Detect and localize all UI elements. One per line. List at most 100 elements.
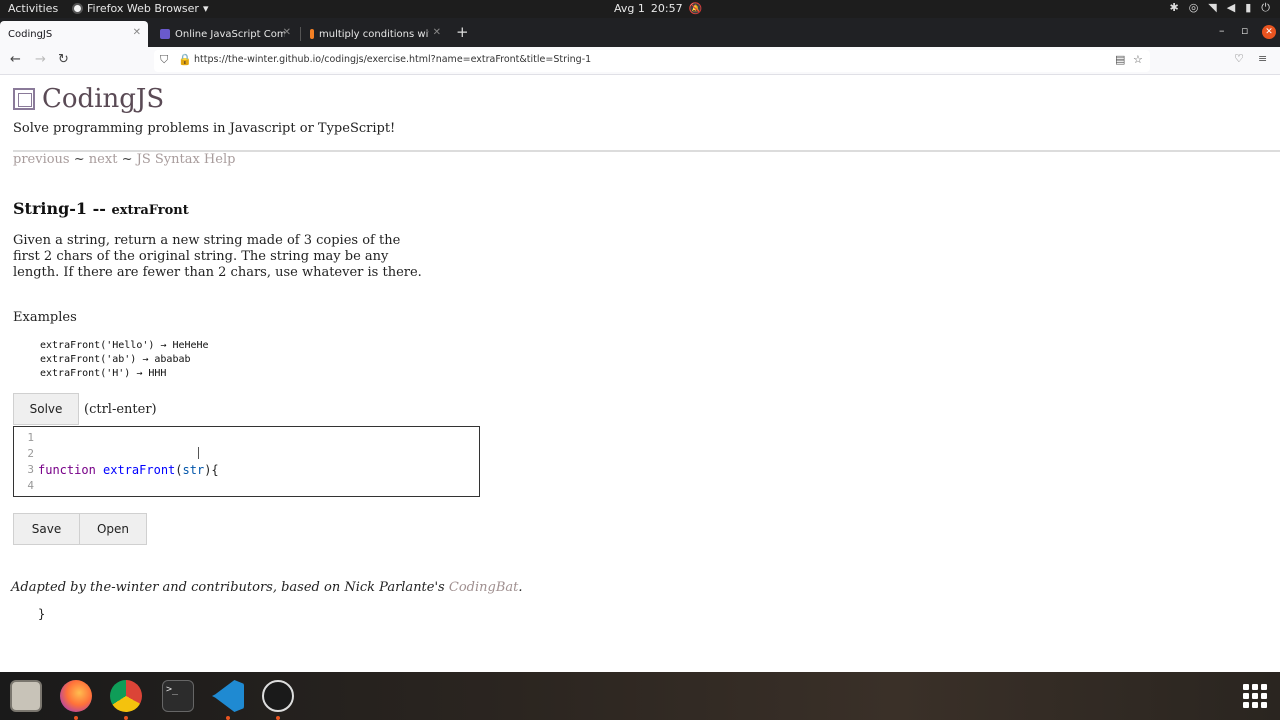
power-menu-icon: ⏻ xyxy=(1261,1,1270,14)
examples-heading: Examples xyxy=(13,310,77,325)
tagline: Solve programming problems in Javascript… xyxy=(13,121,396,136)
line-number: 2 xyxy=(27,447,34,460)
wifi-icon: ◥ xyxy=(1208,1,1217,14)
text-cursor-icon xyxy=(198,447,199,459)
footer: Adapted by the-winter and contributors, … xyxy=(11,580,523,595)
close-icon[interactable]: ✕ xyxy=(433,27,441,38)
nav-separator: ~ xyxy=(73,152,85,167)
code-param: str xyxy=(182,463,205,477)
example-item: extraFront('H') → HHH xyxy=(40,368,167,379)
minimize-icon[interactable]: – xyxy=(1219,24,1225,37)
open-button[interactable]: Open xyxy=(79,513,147,545)
back-arrow-icon[interactable]: ← xyxy=(10,52,21,67)
show-applications-icon[interactable] xyxy=(1243,684,1267,708)
reader-view-icon[interactable]: ▤ xyxy=(1115,53,1125,66)
codingjs-logo-icon xyxy=(13,88,35,110)
previous-link[interactable]: previous xyxy=(13,152,70,167)
problem-nav: previous ~ next ~ JS Syntax Help xyxy=(13,152,235,167)
line-number: 1 xyxy=(27,431,34,444)
site-title: CodingJS xyxy=(42,84,165,114)
problem-category: String-1 -- xyxy=(13,199,106,218)
solve-shortcut-hint: (ctrl-enter) xyxy=(84,402,157,417)
volume-icon: ◀ xyxy=(1226,1,1236,14)
activities-button[interactable]: Activities xyxy=(8,2,58,15)
files-icon[interactable] xyxy=(10,680,42,712)
compiler-favicon-icon xyxy=(160,29,170,39)
dock: >_ xyxy=(0,672,1280,720)
terminal-icon[interactable]: >_ xyxy=(162,680,194,712)
code-paren: ( xyxy=(175,463,183,477)
lock-icon[interactable]: 🔒 xyxy=(178,53,192,66)
tab-codingjs[interactable]: CodingJS ✕ xyxy=(0,21,148,47)
running-indicator xyxy=(226,716,230,720)
code-line-1[interactable]: function extraFront(str){ xyxy=(38,462,219,478)
battery-icon: ▮ xyxy=(1245,1,1252,14)
pocket-icon[interactable]: ♡ xyxy=(1234,52,1244,65)
solve-button[interactable]: Solve xyxy=(13,393,79,425)
notifications-off-icon: 🔕 xyxy=(688,2,703,15)
chevron-down-icon: ▾ xyxy=(202,2,209,15)
running-indicator xyxy=(74,716,78,720)
new-tab-button[interactable]: + xyxy=(456,23,469,41)
forward-arrow-icon[interactable]: → xyxy=(35,52,46,67)
bookmark-star-icon[interactable]: ☆ xyxy=(1133,53,1143,66)
vscode-icon[interactable] xyxy=(212,680,244,712)
tab-label: multiply conditions with xyxy=(319,28,429,40)
next-link[interactable]: next xyxy=(89,152,118,167)
running-indicator xyxy=(276,716,280,720)
line-numbers: 1 2 3 4 xyxy=(14,430,34,494)
close-icon[interactable]: ✕ xyxy=(133,27,141,38)
save-button[interactable]: Save xyxy=(13,513,80,545)
address-bar[interactable]: ⛉ 🔒 https://the-winter.github.io/codingj… xyxy=(154,50,1150,72)
page-content: CodingJS Solve programming problems in J… xyxy=(0,76,1280,672)
running-indicator xyxy=(124,716,128,720)
url-text[interactable]: https://the-winter.github.io/codingjs/ex… xyxy=(194,54,591,65)
tab-separator xyxy=(300,27,301,41)
clock[interactable]: Avg 1 20:57 🔕 xyxy=(614,2,702,15)
window-close-icon[interactable]: ✕ xyxy=(1262,25,1276,39)
chrome-tray-icon: ◎ xyxy=(1188,1,1199,14)
bluetooth-icon: ✱ xyxy=(1169,1,1179,14)
close-icon[interactable]: ✕ xyxy=(283,27,291,38)
code-brace: ){ xyxy=(204,463,219,477)
system-tray[interactable]: ✱ ◎ ◥ ◀ ▮ ⏻ xyxy=(1169,1,1270,15)
tab-strip: CodingJS ✕ Online JavaScript Compil ✕ mu… xyxy=(0,18,1280,47)
tab-label: Online JavaScript Compil xyxy=(175,28,285,40)
problem-description: Given a string, return a new string made… xyxy=(13,233,422,280)
example-item: extraFront('Hello') → HeHeHe xyxy=(40,340,209,351)
app-menu[interactable]: Firefox Web Browser ▾ xyxy=(72,2,209,15)
footer-period: . xyxy=(518,580,523,595)
clock-time: 20:57 xyxy=(650,2,683,15)
code-function-name: extraFront xyxy=(103,463,176,477)
tab-online-js-compiler[interactable]: Online JavaScript Compil ✕ xyxy=(152,21,298,47)
firefox-dock-icon[interactable] xyxy=(60,680,92,712)
problem-name: extraFront xyxy=(111,203,189,218)
obs-icon[interactable] xyxy=(262,680,294,712)
tab-multiply-conditions[interactable]: multiply conditions with ✕ xyxy=(302,21,448,47)
code-line-3[interactable] xyxy=(38,558,219,574)
clock-date: Avg 1 xyxy=(614,2,645,15)
stackoverflow-favicon-icon xyxy=(310,29,314,39)
reload-icon[interactable]: ↻ xyxy=(58,52,69,67)
app-menu-label: Firefox Web Browser xyxy=(87,2,199,15)
navigation-toolbar: ← → ↻ ⛉ 🔒 https://the-winter.github.io/c… xyxy=(0,47,1280,75)
syntax-help-link[interactable]: JS Syntax Help xyxy=(137,152,236,167)
menu-icon[interactable]: ≡ xyxy=(1258,52,1267,65)
chrome-icon[interactable] xyxy=(110,680,142,712)
footer-text: Adapted by the-winter and contributors, … xyxy=(11,580,445,595)
code-editor[interactable]: 1 2 3 4 function extraFront(str){ // He … xyxy=(13,426,480,621)
line-number: 3 xyxy=(27,463,34,476)
problem-title: String-1 -- extraFront xyxy=(13,199,189,218)
code-line-4[interactable]: } xyxy=(38,606,219,622)
nav-separator: ~ xyxy=(121,152,133,167)
example-item: extraFront('ab') → ababab xyxy=(40,354,191,365)
codingbat-link[interactable]: CodingBat xyxy=(449,580,518,595)
maximize-icon[interactable]: ▫ xyxy=(1241,24,1248,37)
system-top-bar: Activities Firefox Web Browser ▾ Avg 1 2… xyxy=(0,0,1280,18)
firefox-icon xyxy=(72,3,83,14)
site-header: CodingJS xyxy=(13,84,164,114)
tab-label: CodingJS xyxy=(8,28,53,40)
line-number: 4 xyxy=(27,479,34,492)
shield-icon[interactable]: ⛉ xyxy=(160,53,168,67)
examples-list: extraFront('Hello') → HeHeHe extraFront(… xyxy=(40,339,209,381)
